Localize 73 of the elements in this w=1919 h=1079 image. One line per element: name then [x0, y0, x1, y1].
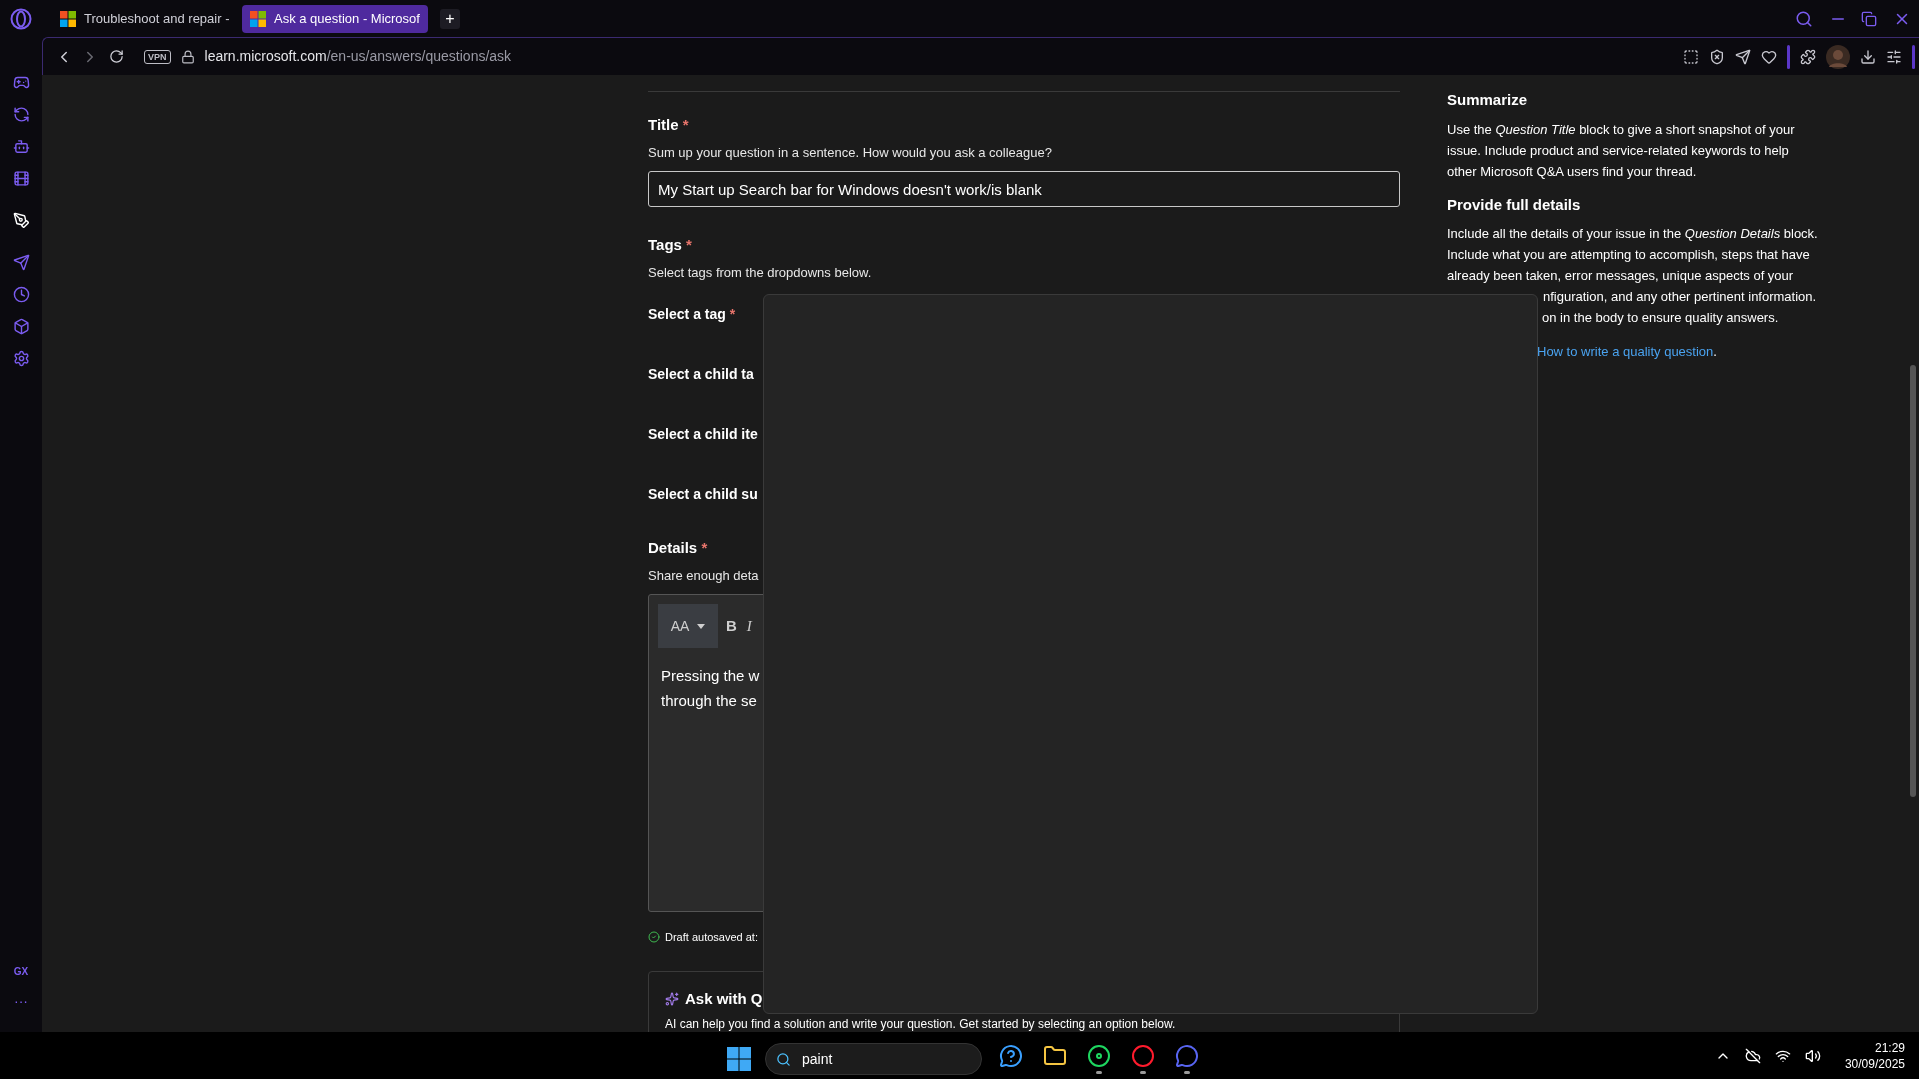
select-label: Select a child ite [648, 425, 759, 443]
gamepad-icon[interactable] [12, 74, 30, 91]
tags-label: Tags * [648, 235, 693, 255]
guide-text-line: on in the body to ensure quality answers. [1541, 309, 1780, 327]
details-text-line: Pressing the w [661, 666, 761, 686]
details-label: Details * [648, 538, 709, 558]
avatar-icon[interactable] [1826, 44, 1850, 69]
refresh-icon[interactable] [12, 106, 30, 123]
section-heading: Provide full details [1447, 194, 1582, 215]
field-hint: Sum up your question in a sentence. How would you ask a colleague? [648, 143, 1053, 162]
search-icon[interactable] [1795, 9, 1813, 28]
extensions-icon[interactable] [1800, 48, 1816, 65]
search-icon [776, 1052, 791, 1067]
cloud-off-icon[interactable] [1744, 1047, 1761, 1064]
chat-icon[interactable] [1175, 1044, 1199, 1068]
windows-squares-icon [60, 10, 76, 27]
restore-icon[interactable] [1861, 10, 1877, 27]
caret-icon [697, 623, 706, 629]
check-circle-icon [648, 931, 660, 944]
field-hint: Share enough deta [648, 566, 760, 585]
select-label: Select a child su [648, 485, 759, 503]
guide-text-line: nfiguration, and any other pertinent information. [1542, 288, 1818, 306]
shield-icon[interactable] [1709, 48, 1725, 65]
box-icon[interactable] [12, 318, 30, 335]
volume-icon[interactable] [1804, 1047, 1821, 1064]
help-icon[interactable] [999, 1044, 1023, 1068]
gx-label[interactable]: GX [13, 964, 29, 979]
pen-icon[interactable] [12, 212, 30, 229]
settings-icon[interactable] [12, 350, 30, 367]
guide-text-line: Include what you are attempting to accomplish, steps that have [1447, 246, 1811, 264]
guide-text-line: Use the Question Title block to give a short snapshot of your [1447, 120, 1796, 139]
folder-icon[interactable] [1043, 1044, 1067, 1068]
browser-logo-icon[interactable] [10, 8, 32, 30]
guide-text-line: Include all the details of your issue in the Question Details block. [1447, 225, 1819, 243]
address-field[interactable]: learn.microsoft.com/en-us/answers/questions/ask [204, 46, 512, 67]
film-icon[interactable] [12, 170, 30, 187]
autosave-status: Draft autosaved at: [665, 930, 758, 945]
snapshot-icon[interactable] [1683, 48, 1699, 65]
send-icon[interactable] [1735, 48, 1751, 65]
guide-text-line: issue. Include product and service-related keywords to help [1447, 141, 1790, 160]
new-tab-button[interactable]: + [440, 8, 460, 29]
start-icon[interactable] [727, 1047, 751, 1071]
windows-squares-icon [250, 10, 266, 27]
title-label: Title * [648, 115, 690, 135]
guide-text-line: already been taken, error messages, unique aspects of your [1447, 267, 1795, 285]
download-icon[interactable] [1860, 48, 1876, 65]
bold-button[interactable]: B [724, 614, 739, 638]
browser-tab[interactable]: Ask a question - Microsof [242, 4, 428, 33]
bot-icon[interactable] [12, 138, 30, 155]
ask-title: Ask with Q [685, 988, 763, 1009]
link-period: . [1713, 344, 1717, 359]
clock-date[interactable]: 30/09/2025 [1844, 1055, 1905, 1072]
field-hint: Select tags from the dropdowns below. [648, 263, 873, 282]
title-input[interactable]: My Start up Search bar for Windows doesn't work/is blank [648, 171, 1400, 207]
vpn-badge[interactable]: VPN [144, 49, 171, 64]
guide-text-line: other Microsoft Q&A users find your thread. [1447, 162, 1698, 181]
ask-description: AI can help you find a solution and write your question. Get started by selecting an option below. [665, 1016, 1177, 1032]
font-size-button[interactable]: AA [658, 604, 718, 648]
reload-icon[interactable] [109, 49, 124, 64]
heart-icon[interactable] [1761, 48, 1777, 65]
clock-time[interactable]: 21:29 [1874, 1039, 1905, 1056]
lock-icon [180, 49, 195, 64]
browser-tab[interactable]: Troubleshoot and repair - [52, 4, 238, 33]
details-text-line: through the se [661, 691, 758, 711]
taskbar-search-field[interactable]: paint [765, 1043, 982, 1075]
more-menu[interactable]: ··· [14, 991, 28, 1012]
sparkle-icon [665, 991, 679, 1006]
clock-icon[interactable] [12, 286, 30, 303]
select-label: Select a child ta [648, 365, 755, 383]
section-heading: Summarize [1447, 90, 1529, 110]
select-label: Select a tag * [648, 305, 737, 323]
ring-icon[interactable] [1131, 1044, 1155, 1068]
italic-button[interactable]: I [744, 614, 754, 638]
